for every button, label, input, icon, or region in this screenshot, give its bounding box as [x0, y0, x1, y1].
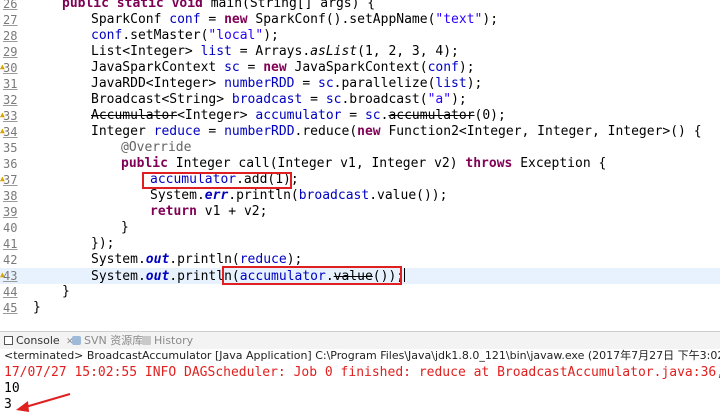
- terminated-label: <terminated> BroadcastAccumulator [Java …: [4, 349, 720, 362]
- code-line-41[interactable]: 41 });: [0, 236, 720, 252]
- code-line-37[interactable]: ▲ 37 accumulator.add(1);: [0, 172, 720, 188]
- tab-history[interactable]: History: [142, 332, 193, 349]
- line-number: 33: [3, 109, 18, 123]
- history-icon: [142, 336, 151, 345]
- code-line-35[interactable]: 35 @Override: [0, 140, 720, 156]
- code-line-31[interactable]: 31 JavaRDD<Integer> numberRDD = sc.paral…: [0, 76, 720, 92]
- code-line-26[interactable]: 26 public static void main(String[] args…: [0, 0, 720, 12]
- tab-console[interactable]: Console ✕: [4, 332, 74, 349]
- tab-svn-repositories[interactable]: SVN 资源库: [72, 332, 143, 349]
- line-number: 43: [3, 269, 18, 283]
- console-output-line: 3: [4, 397, 12, 412]
- console-output[interactable]: <terminated> BroadcastAccumulator [Java …: [0, 349, 720, 415]
- code-line-28[interactable]: 28 conf.setMaster("local");: [0, 28, 720, 44]
- line-number: 42: [3, 253, 18, 267]
- view-tab-bar: Console ✕ SVN 资源库 History: [0, 331, 720, 350]
- highlight-box-accumulator-add: [142, 172, 292, 189]
- code-line-36[interactable]: 36 public Integer call(Integer v1, Integ…: [0, 156, 720, 172]
- line-number: 26: [3, 0, 18, 11]
- override-annotation: @Override: [121, 140, 192, 155]
- code-line-45[interactable]: 45 }: [0, 300, 720, 316]
- line-number: 41: [3, 237, 18, 251]
- code-line-29[interactable]: 29 List<Integer> list = Arrays.asList(1,…: [0, 44, 720, 60]
- svn-repository-icon: [72, 336, 81, 345]
- code-editor[interactable]: 26 public static void main(String[] args…: [0, 0, 720, 318]
- line-number: 32: [3, 93, 18, 107]
- line-number: 45: [3, 301, 18, 315]
- code-line-30[interactable]: ▲ 30 JavaSparkContext sc = new JavaSpark…: [0, 60, 720, 76]
- code-line-44[interactable]: 44 }: [0, 284, 720, 300]
- code-line-39[interactable]: 39 return v1 + v2;: [0, 204, 720, 220]
- console-log-line: 17/07/27 15:02:55 INFO DAGScheduler: Job…: [4, 365, 720, 380]
- annotation-arrow: [16, 393, 71, 412]
- line-number: 30: [3, 61, 18, 75]
- line-number: 35: [3, 141, 18, 155]
- text-cursor: [404, 268, 406, 282]
- code-line-33[interactable]: ▲ 33 Accumulator<Integer> accumulator = …: [0, 108, 720, 124]
- line-number: 34: [3, 125, 18, 139]
- code-line-27[interactable]: 27 SparkConf conf = new SparkConf().setA…: [0, 12, 720, 28]
- console-icon: [4, 336, 13, 345]
- line-number: 38: [3, 189, 18, 203]
- code-line-34[interactable]: ▲ 34 Integer reduce = numberRDD.reduce(n…: [0, 124, 720, 140]
- code-line-32[interactable]: 32 Broadcast<String> broadcast = sc.broa…: [0, 92, 720, 108]
- line-number: 36: [3, 157, 18, 171]
- code-line-40[interactable]: 40 }: [0, 220, 720, 236]
- line-number: 29: [3, 45, 18, 59]
- line-number: 28: [3, 29, 18, 43]
- line-number: 44: [3, 285, 18, 299]
- code-line-38[interactable]: 38 System.err.println(broadcast.value())…: [0, 188, 720, 204]
- line-number: 27: [3, 13, 18, 27]
- line-number: 31: [3, 77, 18, 91]
- highlight-box-accumulator-value: [222, 266, 402, 285]
- line-number: 39: [3, 205, 18, 219]
- line-number: 37: [3, 173, 18, 187]
- line-number: 40: [3, 221, 18, 235]
